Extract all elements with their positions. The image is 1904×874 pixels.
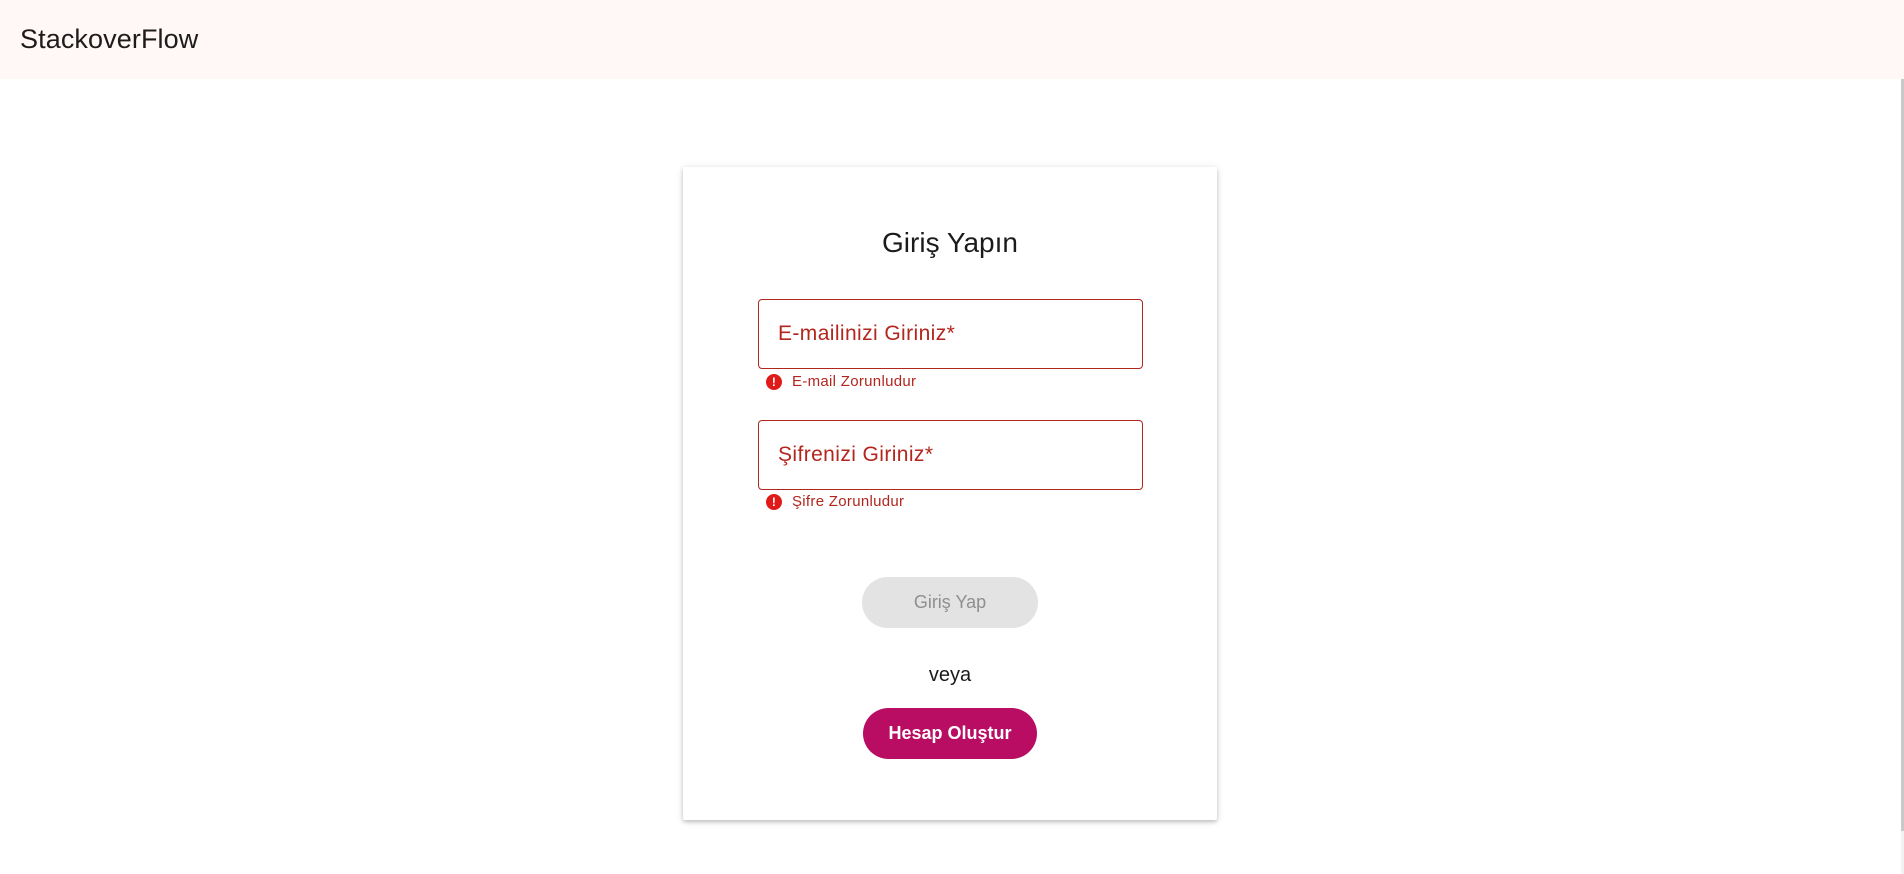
login-title: Giriş Yapın bbox=[882, 227, 1018, 258]
error-circle-icon: ! bbox=[766, 493, 782, 510]
email-field[interactable]: E-mailinizi Giriniz* bbox=[758, 299, 1143, 369]
login-button[interactable]: Giriş Yap bbox=[862, 577, 1038, 628]
password-field[interactable]: Şifrenizi Giriniz* bbox=[758, 420, 1143, 490]
error-circle-icon: ! bbox=[766, 373, 782, 390]
app-toolbar: StackoverFlow bbox=[0, 0, 1904, 79]
login-card: Giriş Yapın E-mailinizi Giriniz* ! E-mai… bbox=[683, 167, 1217, 820]
email-error: ! E-mail Zorunludur bbox=[766, 373, 916, 390]
password-error-text: Şifre Zorunludur bbox=[792, 493, 905, 510]
create-account-button[interactable]: Hesap Oluştur bbox=[863, 708, 1037, 759]
email-error-text: E-mail Zorunludur bbox=[792, 373, 917, 390]
email-placeholder: E-mailinizi Giriniz* bbox=[778, 322, 956, 345]
or-separator: veya bbox=[928, 664, 972, 686]
app-brand[interactable]: StackoverFlow bbox=[20, 24, 198, 55]
password-placeholder: Şifrenizi Giriniz* bbox=[778, 443, 934, 466]
password-error: ! Şifre Zorunludur bbox=[766, 493, 904, 510]
